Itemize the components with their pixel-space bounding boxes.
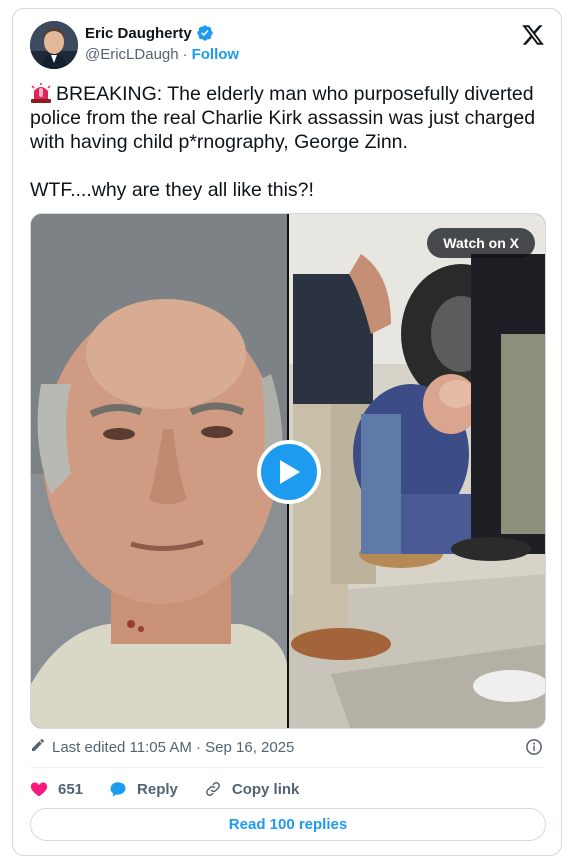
divider: [30, 767, 544, 768]
follow-button[interactable]: Follow: [192, 46, 240, 63]
read-replies-button[interactable]: Read 100 replies: [30, 808, 546, 841]
like-count: 651: [58, 780, 84, 798]
pencil-icon: [30, 737, 46, 757]
author-display-name[interactable]: Eric Daugherty: [85, 25, 192, 42]
reply-icon: [110, 782, 126, 797]
tweet-text: BREAKING: The elderly man who purposeful…: [30, 82, 550, 202]
heart-icon: [30, 782, 48, 797]
like-button[interactable]: 651: [30, 780, 83, 798]
action-bar: 651 Reply Copy link: [30, 779, 325, 799]
tweet-meta: Last edited 11:05 AM · Sep 16, 2025: [30, 737, 294, 757]
watch-on-x-button[interactable]: Watch on X: [427, 228, 535, 258]
link-icon: [205, 782, 220, 796]
verified-badge-icon: [196, 24, 214, 42]
tweet-line-1: BREAKING: The elderly man who purposeful…: [30, 83, 536, 153]
tweet-line-2: WTF....why are they all like this?!: [30, 179, 314, 201]
last-edited-timestamp[interactable]: Last edited 11:05 AM · Sep 16, 2025: [52, 739, 294, 756]
play-button[interactable]: [257, 440, 321, 504]
x-logo-icon[interactable]: [521, 23, 545, 47]
author-handle-row: @EricLDaugh · Follow: [85, 46, 239, 63]
tweet-paragraph-1: BREAKING: The elderly man who purposeful…: [30, 82, 550, 154]
copy-link-label: Copy link: [231, 780, 300, 798]
play-icon: [280, 460, 300, 484]
author-handle[interactable]: @EricLDaugh: [85, 46, 179, 63]
info-icon[interactable]: [525, 738, 543, 756]
video-player[interactable]: Watch on X: [30, 213, 546, 729]
handle-separator: ·: [182, 46, 188, 63]
copy-link-button[interactable]: Copy link: [204, 780, 300, 798]
author-name-row: Eric Daugherty: [85, 24, 214, 42]
reply-button[interactable]: Reply: [109, 780, 178, 798]
tweet-card: Eric Daugherty @EricLDaugh · Follow BREA…: [12, 8, 562, 856]
reply-label: Reply: [137, 780, 178, 798]
siren-icon: [30, 83, 52, 103]
avatar[interactable]: [30, 21, 78, 69]
